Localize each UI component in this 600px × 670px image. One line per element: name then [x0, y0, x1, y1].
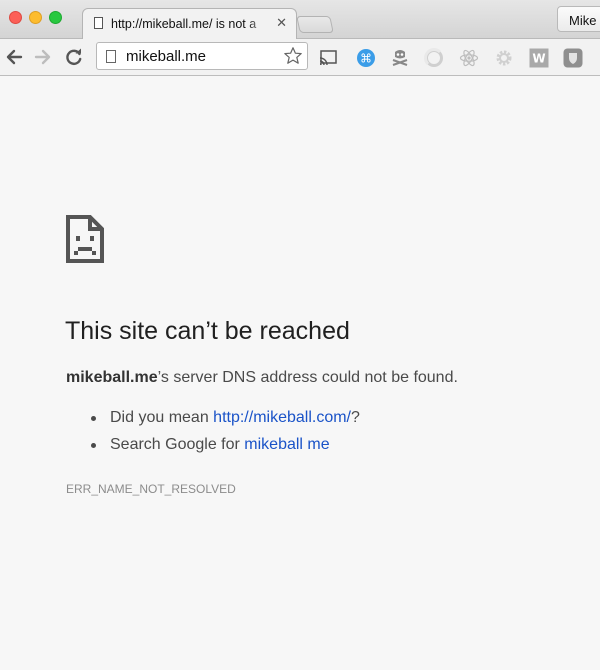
- browser-toolbar: mikeball.me ⌘ W: [0, 39, 600, 76]
- pirate-skull-icon[interactable]: [390, 48, 410, 68]
- active-tab[interactable]: http://mikeball.me/ is not a ✕: [82, 8, 297, 39]
- gear-extension-icon[interactable]: [494, 48, 514, 68]
- error-summary: mikeball.me’s server DNS address could n…: [66, 369, 458, 387]
- title-bar: http://mikeball.me/ is not a ✕ Mike: [0, 0, 600, 39]
- summary-host: mikeball.me: [66, 369, 158, 386]
- react-devtools-icon[interactable]: [459, 48, 479, 68]
- forward-arrow-icon[interactable]: [33, 47, 53, 67]
- sad-page-icon: [66, 215, 104, 263]
- tab-title: http://mikeball.me/ is not a: [111, 17, 257, 31]
- reload-icon[interactable]: [64, 47, 84, 67]
- window-minimize-button[interactable]: [29, 11, 42, 24]
- error-heading: This site can’t be reached: [65, 317, 350, 345]
- back-arrow-icon[interactable]: [4, 47, 24, 67]
- summary-text: ’s server DNS address could not be found…: [157, 369, 458, 386]
- shield-extension-icon[interactable]: [563, 48, 583, 68]
- app-extension-icon[interactable]: ⌘: [356, 48, 376, 68]
- suggestion-search-google: Search Google for mikeball me: [66, 436, 360, 463]
- cast-icon[interactable]: [318, 48, 338, 68]
- svg-text:⌘: ⌘: [360, 52, 372, 66]
- tab-close-icon[interactable]: ✕: [276, 15, 287, 31]
- new-tab-button[interactable]: [296, 16, 334, 33]
- page-icon: [106, 50, 116, 63]
- suggestion-prefix: Did you mean: [110, 409, 214, 426]
- suggestion-did-you-mean: Did you mean http://mikeball.com/?: [66, 409, 360, 436]
- profile-button[interactable]: Mike: [557, 6, 600, 32]
- error-page: This site can’t be reached mikeball.me’s…: [0, 76, 600, 670]
- suggestion-suffix: ?: [351, 409, 360, 426]
- ring-extension-icon[interactable]: [424, 48, 444, 68]
- bookmark-star-icon[interactable]: [283, 46, 303, 66]
- error-code: ERR_NAME_NOT_RESOLVED: [66, 482, 236, 496]
- window-close-button[interactable]: [9, 11, 22, 24]
- suggestion-prefix: Search Google for: [110, 436, 245, 453]
- address-text[interactable]: mikeball.me: [126, 48, 206, 65]
- page-icon: [94, 17, 103, 29]
- w-extension-icon[interactable]: W: [529, 48, 549, 68]
- suggested-url-link[interactable]: http://mikeball.com/: [213, 409, 351, 426]
- search-google-link[interactable]: mikeball me: [244, 436, 329, 453]
- svg-text:W: W: [532, 52, 545, 66]
- address-bar[interactable]: mikeball.me: [96, 42, 308, 70]
- suggestions-list: Did you mean http://mikeball.com/? Searc…: [66, 409, 360, 463]
- window-maximize-button[interactable]: [49, 11, 62, 24]
